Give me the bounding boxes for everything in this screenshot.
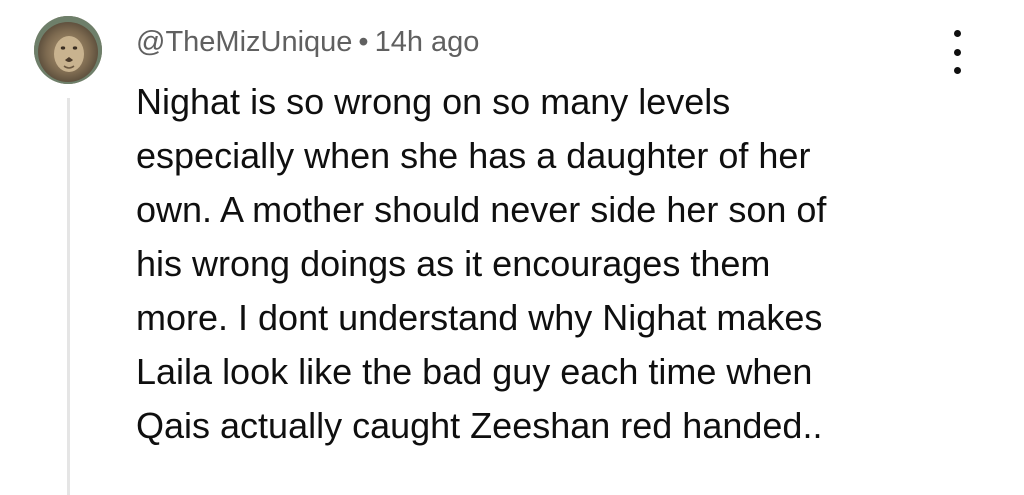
comment-meta: @TheMizUnique • 14h ago	[136, 22, 479, 62]
comment-timestamp[interactable]: 14h ago	[375, 26, 480, 58]
author-name[interactable]: @TheMizUnique	[136, 26, 352, 58]
comment-text: Nighat is so wrong on so many levels esp…	[136, 75, 926, 453]
lion-avatar-icon[interactable]	[34, 16, 102, 84]
more-vertical-icon[interactable]	[942, 30, 972, 74]
comment-text-line: his wrong doings as it encourages them	[136, 243, 771, 284]
meta-separator: •	[358, 26, 369, 58]
comment-text-line: Qais actually caught Zeeshan red handed.…	[136, 405, 823, 446]
thread-line	[67, 98, 70, 495]
more-dot	[953, 30, 961, 37]
more-dot	[953, 67, 961, 74]
comment-text-line: especially when she has a daughter of he…	[136, 135, 811, 176]
comment: @TheMizUnique • 14h ago Nighat is so wrong…	[0, 0, 1024, 495]
comment-text-line: own. A mother should never side her son …	[136, 189, 827, 230]
more-dot	[953, 48, 961, 56]
comment-text-line: Nighat is so wrong on so many levels	[136, 81, 731, 122]
comment-text-line: more. I dont understand why Nighat makes	[136, 297, 823, 338]
comment-text-line: Laila look like the bad guy each time wh…	[136, 351, 813, 392]
